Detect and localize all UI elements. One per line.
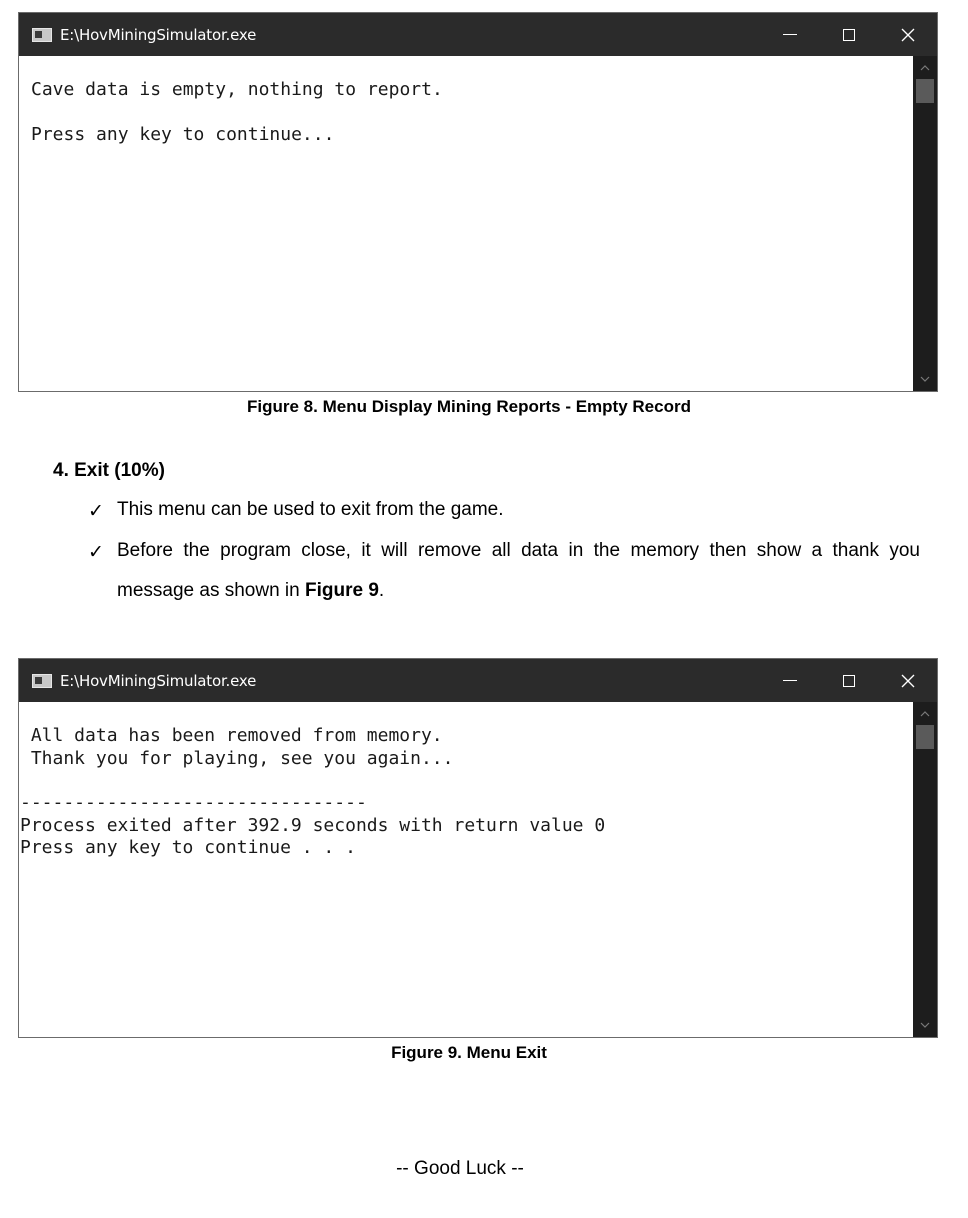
bullet-text: Before the program close, it will remove…	[117, 531, 920, 611]
close-button[interactable]	[878, 13, 937, 56]
title-bar[interactable]: E:\HovMiningSimulator.exe	[19, 659, 937, 702]
closing-message: -- Good Luck --	[396, 1158, 524, 1179]
console-window-figure8: E:\HovMiningSimulator.exe Cave data is e…	[18, 12, 938, 392]
vertical-scrollbar[interactable]	[913, 56, 937, 391]
checkmark-icon: ✓	[88, 542, 104, 563]
figure-caption: Figure 9. Menu Exit	[391, 1043, 547, 1062]
maximize-icon	[842, 674, 855, 687]
vertical-scrollbar[interactable]	[913, 702, 937, 1037]
console-output[interactable]: All data has been removed from memory. T…	[19, 702, 913, 1037]
close-button[interactable]	[878, 659, 937, 702]
close-icon	[901, 674, 915, 688]
maximize-icon	[842, 28, 855, 41]
chevron-up-icon[interactable]	[913, 704, 937, 724]
chevron-down-icon[interactable]	[913, 369, 937, 389]
chevron-down-icon[interactable]	[913, 1015, 937, 1035]
console-app-icon	[32, 27, 52, 42]
minimize-icon	[782, 680, 797, 681]
minimize-icon	[782, 34, 797, 35]
window-title: E:\HovMiningSimulator.exe	[60, 671, 257, 690]
console-line: Press any key to continue...	[31, 124, 335, 145]
console-line: Process exited after 392.9 seconds with …	[20, 815, 606, 836]
console-app-icon	[32, 673, 52, 688]
scroll-thumb[interactable]	[916, 79, 934, 103]
title-bar[interactable]: E:\HovMiningSimulator.exe	[19, 13, 937, 56]
section-heading: 4. Exit (10%)	[53, 460, 165, 481]
chevron-up-icon[interactable]	[913, 58, 937, 78]
maximize-button[interactable]	[819, 659, 878, 702]
bullet-text: This menu can be used to exit from the g…	[117, 499, 504, 520]
minimize-button[interactable]	[760, 13, 819, 56]
close-icon	[901, 28, 915, 42]
figure-caption: Figure 8. Menu Display Mining Reports - …	[247, 397, 691, 416]
minimize-button[interactable]	[760, 659, 819, 702]
window-title: E:\HovMiningSimulator.exe	[60, 25, 257, 44]
console-window-figure9: E:\HovMiningSimulator.exe All data has b…	[18, 658, 938, 1038]
console-line: Cave data is empty, nothing to report.	[31, 79, 443, 100]
scroll-thumb[interactable]	[916, 725, 934, 749]
console-line: Press any key to continue . . .	[20, 837, 356, 858]
maximize-button[interactable]	[819, 13, 878, 56]
console-line: --------------------------------	[20, 792, 367, 813]
figure-reference: Figure 9	[305, 580, 379, 601]
checkmark-icon: ✓	[88, 501, 104, 522]
window-controls	[760, 659, 937, 702]
bullet-text-part: Before the program close, it will remove…	[117, 540, 920, 601]
console-line: All data has been removed from memory.	[20, 725, 443, 746]
bullet-text-part: .	[378, 580, 385, 601]
console-output[interactable]: Cave data is empty, nothing to report. P…	[19, 56, 913, 391]
console-line: Thank you for playing, see you again...	[20, 748, 454, 769]
window-controls	[760, 13, 937, 56]
